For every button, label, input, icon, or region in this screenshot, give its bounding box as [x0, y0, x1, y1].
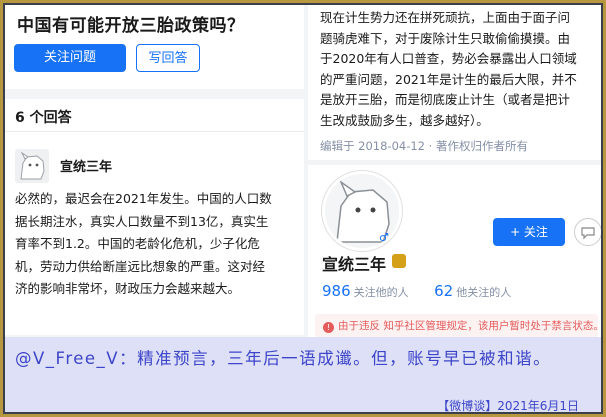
- avatar[interactable]: [15, 149, 49, 183]
- question-panel: 中国有可能开放三胎政策吗？ 关注问题 写回答 6 个回答 宣统三年 必然的，最迟…: [5, 5, 304, 335]
- answer-line: 济的影响非常坏，财政压力会越来越大。: [15, 281, 241, 296]
- continuation-line: 现在计生势力还在拼死顽抗，上面由于面子问: [320, 10, 571, 25]
- level-badge-icon: [392, 254, 406, 268]
- ban-notice-text: 由于违反 知乎社区管理规定，该用户暂时处于禁言状态。: [338, 320, 598, 332]
- follow-user-button[interactable]: + 关注: [493, 218, 565, 246]
- weibo-caption: @V_Free_V：精准预言，三年后一语成谶。但，账号早已被和谐。 【微博谈】2…: [5, 337, 601, 412]
- continuation-line: 题骑虎难下，对于废除计生只敢偷偷摸摸。由: [320, 30, 571, 46]
- profile-name[interactable]: 宣统三年: [322, 251, 386, 275]
- profile-card: ♂ + 关注 宣统三年 986 关注他的人 62 他关注的人 ! 由于违反 知乎社区管…: [308, 165, 601, 338]
- followers-count[interactable]: 62: [434, 282, 453, 300]
- caption-source-date: 【微博谈】2021年6月1日: [437, 399, 579, 413]
- following-label[interactable]: 关注他的人: [354, 286, 409, 299]
- following-count[interactable]: 986: [322, 282, 351, 300]
- follow-question-button[interactable]: 关注问题: [14, 44, 126, 72]
- screenshot-frame: 中国有可能开放三胎政策吗？ 关注问题 写回答 6 个回答 宣统三年 必然的，最迟…: [3, 3, 603, 414]
- edit-info: 编辑于 2018-04-12 · 著作权归作者所有: [320, 139, 528, 153]
- continuation-line: 生改成鼓励多生，越多越好）。: [320, 112, 489, 128]
- section-separator: [5, 89, 304, 99]
- answer-continuation-panel: 现在计生势力还在拼死顽抗，上面由于面子问 题骑虎难下，对于废除计生只敢偷偷摸摸。…: [308, 5, 601, 160]
- continuation-line: 于2020年有人口普查，势必会暴露出人口领域: [320, 51, 577, 66]
- continuation-line: 是放开三胎，而是彻底废止计生（或者是把计: [320, 92, 571, 107]
- warning-icon: !: [323, 322, 334, 333]
- followers-label[interactable]: 他关注的人: [456, 286, 511, 299]
- question-title[interactable]: 中国有可能开放三胎政策吗？: [17, 11, 245, 36]
- answer-author[interactable]: 宣统三年: [60, 156, 112, 175]
- divider: [5, 131, 304, 132]
- message-icon[interactable]: [574, 218, 601, 246]
- continuation-content: 现在计生势力还在拼死顽抗，上面由于面子问 题骑虎难下，对于废除计生只敢偷偷摸摸。…: [320, 8, 600, 131]
- answer-line: 据长期注水，真实人口数量不到13亿，真实生: [15, 213, 269, 229]
- write-answer-button[interactable]: 写回答: [136, 44, 200, 72]
- caption-text: @V_Free_V：精准预言，三年后一语成谶。但，账号早已被和谐。: [15, 349, 552, 368]
- continuation-line: 的严重问题，2021年是计生的最后大限，并不: [320, 71, 577, 87]
- answer-line: 必然的，最迟会在2021年发生。中国的人口数: [15, 191, 272, 206]
- male-icon: ♂: [379, 231, 389, 244]
- ban-notice: ! 由于违反 知乎社区管理规定，该用户暂时处于禁言状态。: [315, 314, 598, 338]
- dog-avatar-icon: [15, 149, 49, 183]
- answer-content: 必然的，最迟会在2021年发生。中国的人口数 据长期注水，真实人口数量不到13亿…: [15, 188, 295, 301]
- chat-bubble-icon: [581, 227, 595, 240]
- answer-line: 育率不到1.2。中国的老龄化危机，少子化危: [15, 236, 260, 251]
- answer-count: 6 个回答: [15, 110, 72, 126]
- profile-stats: 986 关注他的人 62 他关注的人: [322, 282, 511, 300]
- answer-line: 机，劳动力供给断崖远比想象的严重。这对经: [15, 258, 266, 274]
